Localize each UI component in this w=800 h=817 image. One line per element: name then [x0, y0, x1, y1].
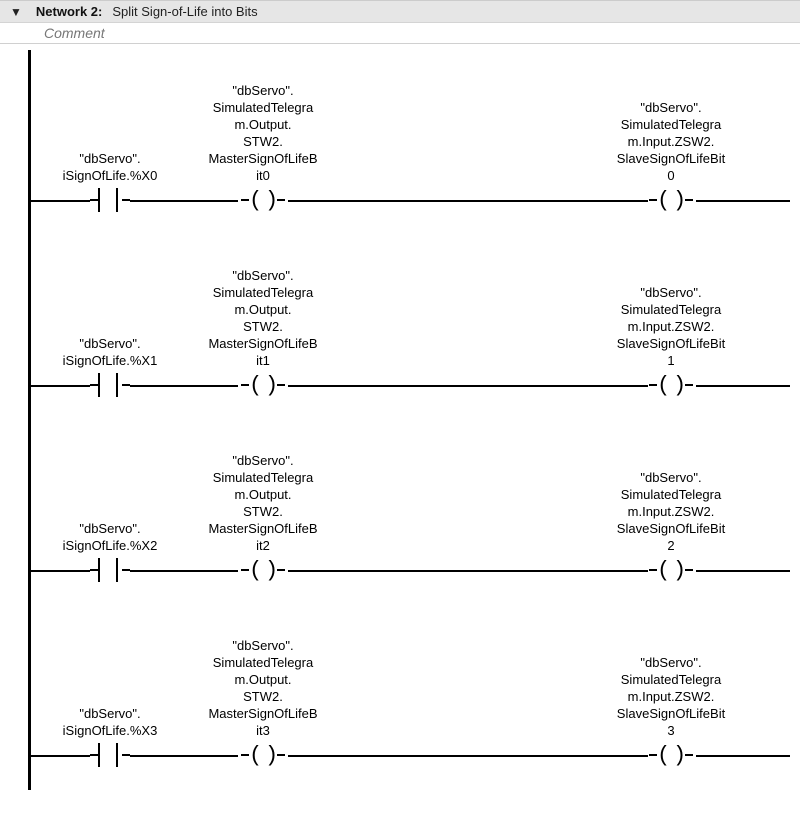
ladder-rung: "dbServo". iSignOfLife.%X1 "dbServo". Si… [28, 235, 792, 420]
ladder-rung: "dbServo". iSignOfLife.%X3 "dbServo". Si… [28, 605, 792, 790]
no-contact[interactable]: "dbServo". iSignOfLife.%X0 [50, 50, 170, 184]
coil-label: "dbServo". SimulatedTelegra m.Output. ST… [188, 637, 338, 739]
no-contact[interactable]: "dbServo". iSignOfLife.%X2 [50, 420, 170, 554]
coil[interactable]: "dbServo". SimulatedTelegra m.Output. ST… [188, 235, 338, 369]
ladder-rung: "dbServo". iSignOfLife.%X0 "dbServo". Si… [28, 50, 792, 235]
coil[interactable]: "dbServo". SimulatedTelegra m.Output. ST… [188, 50, 338, 184]
ladder-rung: "dbServo". iSignOfLife.%X2 "dbServo". Si… [28, 420, 792, 605]
coil-label: "dbServo". SimulatedTelegra m.Input.ZSW2… [596, 284, 746, 369]
collapse-icon[interactable]: ▼ [6, 6, 26, 18]
wire [288, 755, 648, 757]
coil-label: "dbServo". SimulatedTelegra m.Input.ZSW2… [596, 99, 746, 184]
coil-label: "dbServo". SimulatedTelegra m.Output. ST… [188, 452, 338, 554]
coil[interactable]: "dbServo". SimulatedTelegra m.Output. ST… [188, 605, 338, 739]
no-contact[interactable]: "dbServo". iSignOfLife.%X1 [50, 235, 170, 369]
wire [288, 200, 648, 202]
network-header[interactable]: ▼ Network 2: Split Sign-of-Life into Bit… [0, 0, 800, 23]
wire [288, 570, 648, 572]
wire [696, 570, 790, 572]
no-contact[interactable]: "dbServo". iSignOfLife.%X3 [50, 605, 170, 739]
coil-label: "dbServo". SimulatedTelegra m.Output. ST… [188, 82, 338, 184]
coil[interactable]: "dbServo". SimulatedTelegra m.Input.ZSW2… [596, 50, 746, 184]
coil[interactable]: "dbServo". SimulatedTelegra m.Output. ST… [188, 420, 338, 554]
wire [696, 385, 790, 387]
coil-label: "dbServo". SimulatedTelegra m.Output. ST… [188, 267, 338, 369]
coil-label: "dbServo". SimulatedTelegra m.Input.ZSW2… [596, 469, 746, 554]
wire [696, 200, 790, 202]
network-title: Network 2: [36, 4, 102, 19]
network-comment[interactable]: Comment [0, 23, 800, 44]
network-subtitle: Split Sign-of-Life into Bits [112, 4, 257, 19]
ladder-diagram: "dbServo". iSignOfLife.%X0 "dbServo". Si… [28, 44, 792, 790]
coil[interactable]: "dbServo". SimulatedTelegra m.Input.ZSW2… [596, 420, 746, 554]
coil-label: "dbServo". SimulatedTelegra m.Input.ZSW2… [596, 654, 746, 739]
wire [288, 385, 648, 387]
coil[interactable]: "dbServo". SimulatedTelegra m.Input.ZSW2… [596, 235, 746, 369]
contact-label: "dbServo". iSignOfLife.%X2 [50, 520, 170, 554]
contact-label: "dbServo". iSignOfLife.%X0 [50, 150, 170, 184]
contact-label: "dbServo". iSignOfLife.%X1 [50, 335, 170, 369]
contact-label: "dbServo". iSignOfLife.%X3 [50, 705, 170, 739]
wire [696, 755, 790, 757]
coil[interactable]: "dbServo". SimulatedTelegra m.Input.ZSW2… [596, 605, 746, 739]
